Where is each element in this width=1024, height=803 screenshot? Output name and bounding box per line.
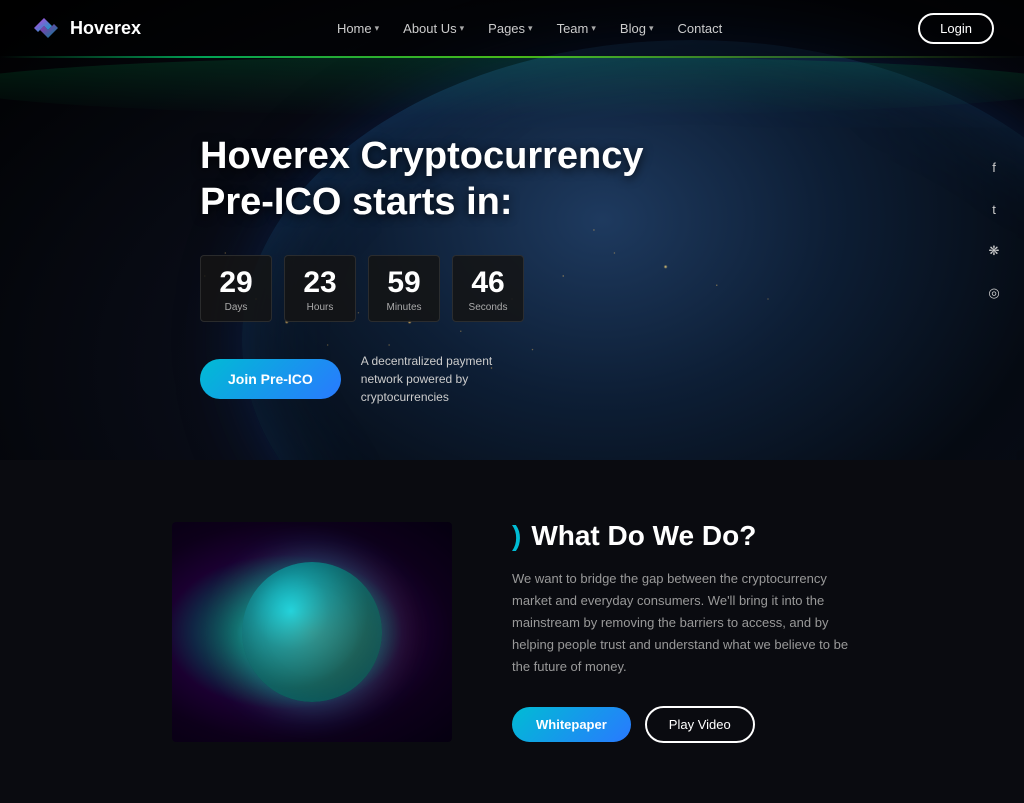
login-button[interactable]: Login: [918, 13, 994, 44]
hero-section: Hoverex Cryptocurrency Pre-ICO starts in…: [0, 0, 1024, 460]
countdown-minutes: 59 Minutes: [368, 255, 440, 322]
social-sidebar: f t ❋ ◎: [980, 153, 1008, 307]
seconds-label: Seconds: [461, 302, 515, 313]
countdown-timer: 29 Days 23 Hours 59 Minutes 46 Seconds: [200, 255, 644, 322]
countdown-hours: 23 Hours: [284, 255, 356, 322]
facebook-icon[interactable]: f: [980, 153, 1008, 181]
twitter-icon[interactable]: t: [980, 195, 1008, 223]
days-label: Days: [209, 302, 263, 313]
nav-team[interactable]: Team ▾: [547, 15, 606, 42]
nebula-glow: [172, 522, 452, 742]
section2-body: We want to bridge the gap between the cr…: [512, 568, 852, 678]
pages-caret: ▾: [528, 23, 533, 34]
blog-caret: ▾: [649, 23, 654, 34]
days-value: 29: [209, 268, 263, 298]
team-caret: ▾: [591, 23, 596, 34]
crescent-icon: ): [512, 520, 521, 552]
brand-name: Hoverex: [70, 18, 141, 39]
hero-title: Hoverex Cryptocurrency Pre-ICO starts in…: [200, 134, 644, 225]
section2-title: ) What Do We Do?: [512, 520, 852, 552]
countdown-days: 29 Days: [200, 255, 272, 322]
hero-content: Hoverex Cryptocurrency Pre-ICO starts in…: [0, 54, 644, 406]
nav-links: Home ▾ About Us ▾ Pages ▾ Team ▾ Blog: [327, 15, 732, 42]
minutes-value: 59: [377, 268, 431, 298]
nebula-image: [172, 522, 452, 742]
nav-blog[interactable]: Blog ▾: [610, 15, 664, 42]
nav-about[interactable]: About Us ▾: [393, 15, 474, 42]
hero-actions: Join Pre-ICO A decentralized payment net…: [200, 352, 644, 406]
join-pre-ico-button[interactable]: Join Pre-ICO: [200, 359, 341, 399]
nebula-background: [172, 522, 452, 742]
nav-pages[interactable]: Pages ▾: [478, 15, 542, 42]
dribbble-icon[interactable]: ❋: [980, 237, 1008, 265]
logo[interactable]: Hoverex: [30, 12, 141, 44]
hero-description: A decentralized payment network powered …: [361, 352, 521, 406]
home-caret: ▾: [375, 23, 380, 34]
nav-home[interactable]: Home ▾: [327, 15, 389, 42]
what-we-do-section: ) What Do We Do? We want to bridge the g…: [0, 460, 1024, 803]
whitepaper-button[interactable]: Whitepaper: [512, 707, 631, 742]
play-video-button[interactable]: Play Video: [645, 706, 755, 743]
navbar: Hoverex Home ▾ About Us ▾ Pages ▾ Team ▾: [0, 0, 1024, 56]
countdown-seconds: 46 Seconds: [452, 255, 524, 322]
seconds-value: 46: [461, 268, 515, 298]
what-we-do-content: ) What Do We Do? We want to bridge the g…: [512, 520, 852, 743]
nav-contact[interactable]: Contact: [667, 15, 732, 42]
logo-icon: [30, 12, 62, 44]
instagram-icon[interactable]: ◎: [980, 279, 1008, 307]
section2-actions: Whitepaper Play Video: [512, 706, 852, 743]
about-caret: ▾: [460, 23, 465, 34]
hours-label: Hours: [293, 302, 347, 313]
minutes-label: Minutes: [377, 302, 431, 313]
hours-value: 23: [293, 268, 347, 298]
